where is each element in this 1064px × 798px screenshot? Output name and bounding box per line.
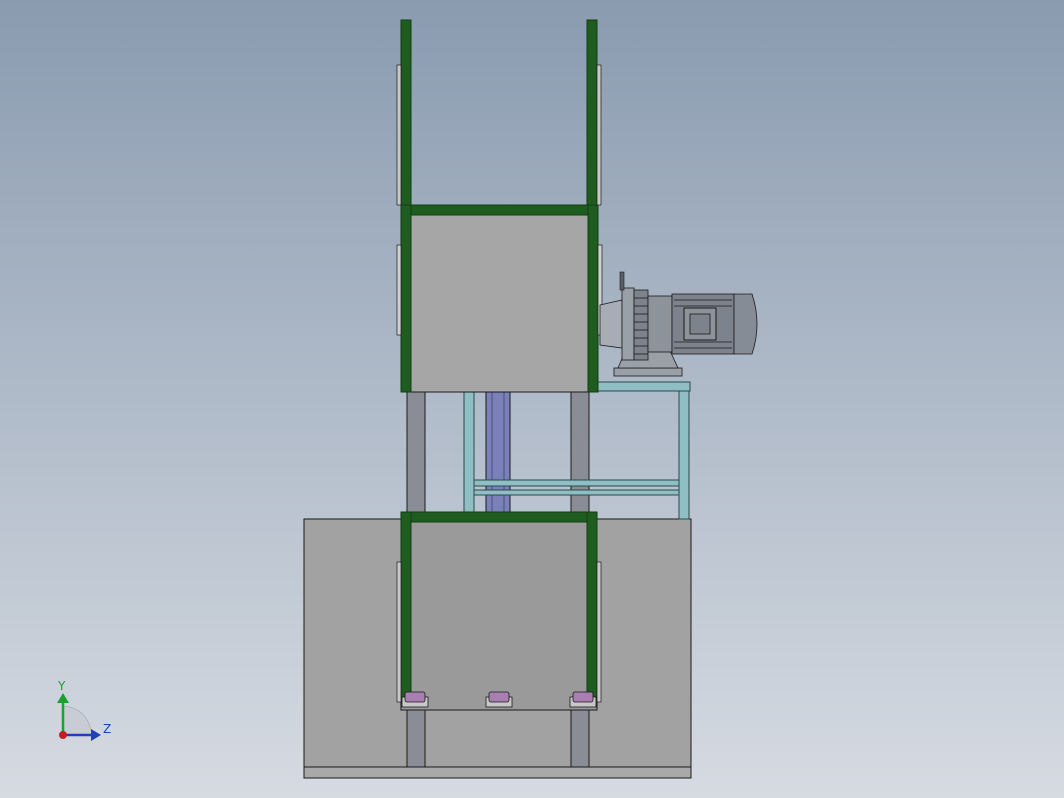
- triad-origin: [59, 731, 67, 739]
- motor-coupling: [647, 295, 673, 353]
- motor-cable: [619, 271, 625, 291]
- roller[interactable]: [485, 691, 513, 708]
- drive-shaft[interactable]: [485, 391, 511, 520]
- roller[interactable]: [401, 691, 429, 708]
- triad-z-label: Z: [103, 722, 111, 736]
- motor-fan-cover: [733, 293, 758, 355]
- triad-y-label: Y: [57, 679, 66, 693]
- gearbox-fins: [633, 289, 649, 361]
- gearbox-flange: [599, 299, 623, 349]
- lower-chamber[interactable]: [396, 511, 602, 711]
- cad-scene[interactable]: Y Z: [0, 0, 1064, 798]
- terminal-box-cover: [689, 313, 711, 335]
- motor-mount: [613, 367, 683, 377]
- gearbox-body: [621, 287, 635, 361]
- base-plate: [303, 766, 692, 779]
- roller[interactable]: [569, 691, 597, 708]
- cad-viewport[interactable]: Y Z: [0, 0, 1064, 798]
- upper-chamber[interactable]: [396, 204, 603, 393]
